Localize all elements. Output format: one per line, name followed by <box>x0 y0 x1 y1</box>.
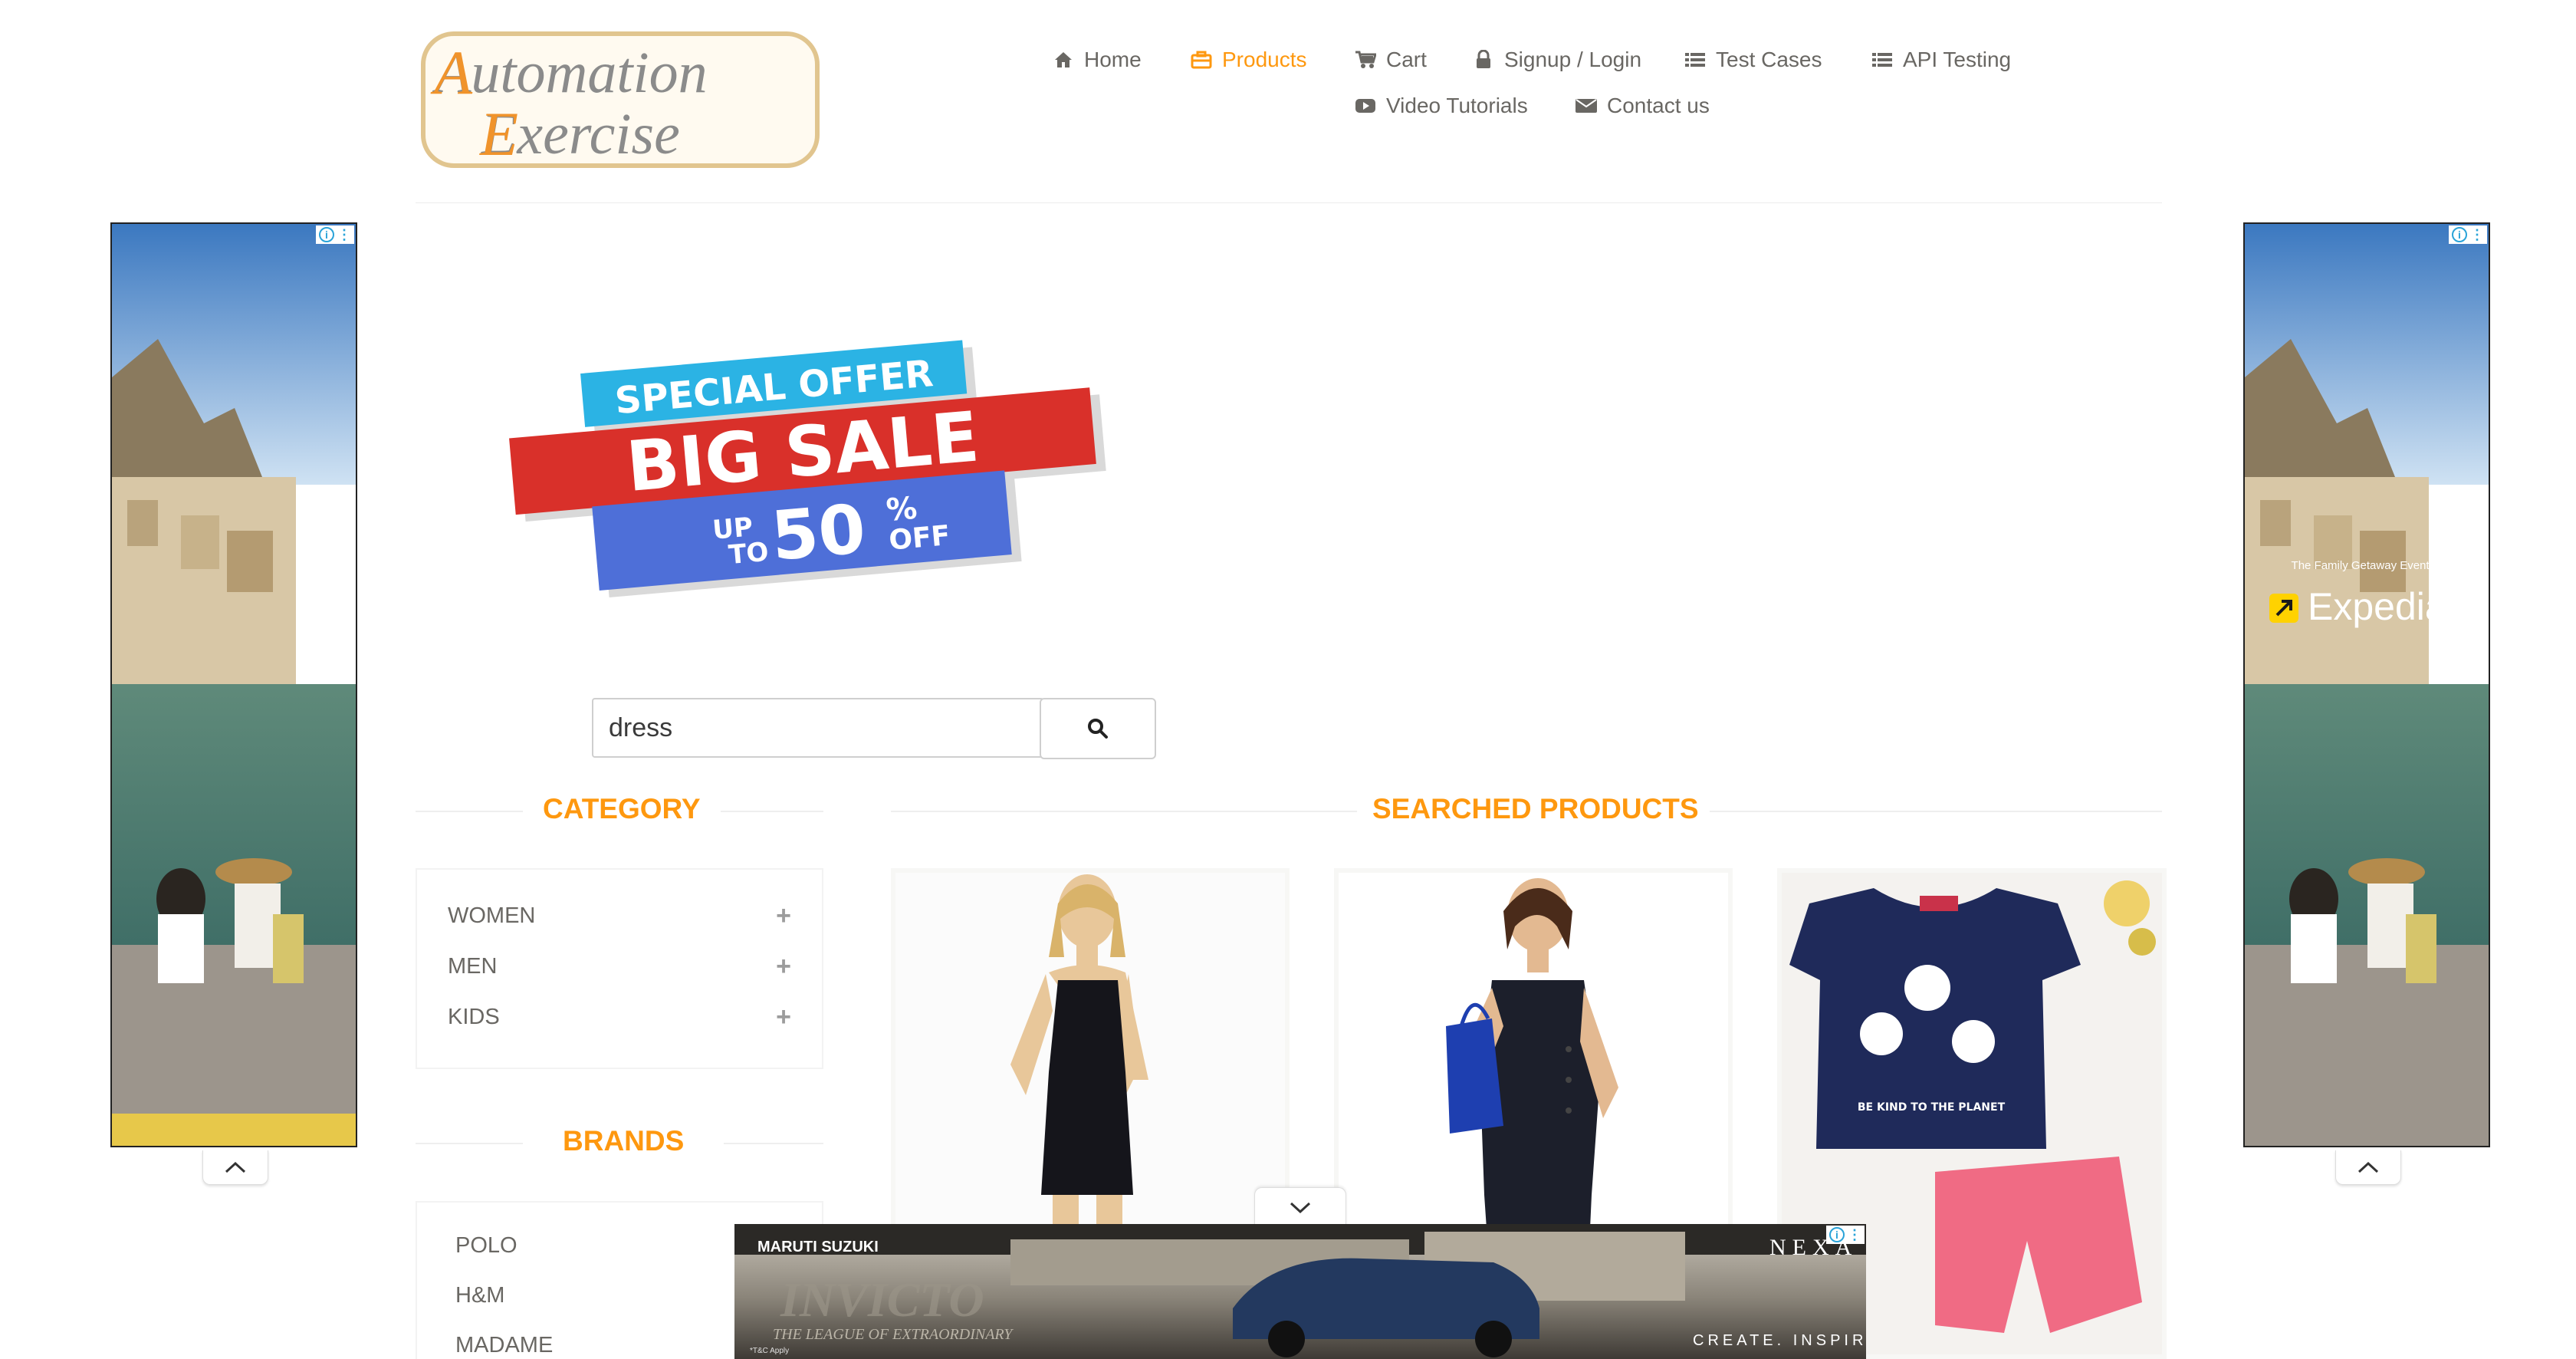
nav-contact-us-label: Contact us <box>1607 94 1710 117</box>
banner-off: OFF <box>888 520 951 557</box>
right-ad-collapse-button[interactable] <box>2335 1150 2401 1185</box>
more-icon[interactable]: ⋮ <box>337 227 351 242</box>
nav-contact-us[interactable]: Contact us <box>1575 94 1710 118</box>
brand-item-hm[interactable]: H&M <box>455 1283 504 1308</box>
nav-cart[interactable]: Cart <box>1354 48 1427 72</box>
category-item-label: WOMEN <box>448 903 536 928</box>
ad-tagline-text: THE LEAGUE OF EXTRAORDINARY <box>773 1326 1014 1343</box>
search-input[interactable]: dress <box>592 698 1044 758</box>
search-icon <box>1088 719 1108 739</box>
category-item-label: MEN <box>448 953 498 979</box>
ad-maker-text: MARUTI SUZUKI <box>757 1239 879 1255</box>
search-button[interactable] <box>1040 698 1156 759</box>
logo-text-1: Automation <box>432 41 708 105</box>
brands-title: BRANDS <box>563 1125 685 1157</box>
products-icon <box>1190 48 1213 71</box>
left-ad-collapse-button[interactable] <box>202 1150 268 1185</box>
chevron-down-icon <box>1290 1202 1311 1214</box>
nav-api-testing[interactable]: API Testing <box>1871 48 2011 72</box>
nav-signup-login-label: Signup / Login <box>1504 48 1642 71</box>
brands-title-line-right <box>724 1143 823 1144</box>
nav-home-label: Home <box>1084 48 1142 71</box>
category-item-kids[interactable]: KIDS + <box>448 1002 791 1032</box>
category-item-label: KIDS <box>448 1004 500 1029</box>
plus-icon[interactable]: + <box>776 901 791 931</box>
ad-choices[interactable]: i ⋮ <box>2449 225 2487 244</box>
ad-brand-text: Expedia <box>2308 585 2446 628</box>
brand-item-polo[interactable]: POLO <box>455 1233 518 1259</box>
plus-icon[interactable]: + <box>776 952 791 982</box>
nav-signup-login[interactable]: Signup / Login <box>1472 48 1641 72</box>
chevron-up-icon <box>225 1161 246 1173</box>
info-icon[interactable]: i <box>2452 227 2467 242</box>
products-title-line-right <box>1710 811 2162 812</box>
svg-text:A: A <box>430 38 473 107</box>
left-side-ad[interactable]: i ⋮ <box>110 222 357 1147</box>
ad-choices[interactable]: i ⋮ <box>1826 1226 1865 1244</box>
list-icon <box>1684 48 1707 71</box>
nav-test-cases-label: Test Cases <box>1716 48 1822 71</box>
more-icon[interactable]: ⋮ <box>2470 227 2484 242</box>
right-side-ad[interactable]: The Family Getaway Event on Expedia i ⋮ <box>2243 222 2490 1147</box>
search-input-value: dress <box>609 712 673 742</box>
nav-test-cases[interactable]: Test Cases <box>1684 48 1822 72</box>
ad-image <box>112 224 356 1146</box>
category-title: CATEGORY <box>543 793 701 824</box>
svg-text:BE KIND TO THE PLANET: BE KIND TO THE PLANET <box>1858 1101 2006 1114</box>
site-logo[interactable]: Automation Exercise A E <box>420 31 820 169</box>
info-icon[interactable]: i <box>1829 1227 1845 1242</box>
sale-banner: SPECIAL OFFER BIG SALE UP TO 50 % OFF <box>498 322 1112 598</box>
nav-api-testing-label: API Testing <box>1903 48 2012 71</box>
products-title-line-left <box>891 811 1357 812</box>
envelope-icon <box>1575 94 1598 117</box>
ad-small-text: The Family Getaway Event on <box>2292 559 2446 572</box>
nav-cart-label: Cart <box>1386 48 1427 71</box>
header-divider <box>416 202 2162 203</box>
category-title-line-right <box>721 811 823 812</box>
ad-image: The Family Getaway Event on Expedia <box>2245 224 2489 1146</box>
info-icon[interactable]: i <box>319 227 334 242</box>
home-icon <box>1052 48 1075 71</box>
svg-text:E: E <box>479 99 518 169</box>
nav-products[interactable]: Products <box>1190 48 1307 72</box>
ad-model-text: INVICTO <box>780 1272 984 1327</box>
category-item-men[interactable]: MEN + <box>448 951 791 982</box>
ad-fine-print: *T&C Apply <box>750 1347 789 1355</box>
nav-products-label: Products <box>1222 48 1307 71</box>
plus-icon[interactable]: + <box>776 1002 791 1032</box>
banner-fifty: 50 <box>768 489 869 576</box>
banner-to: TO <box>728 537 770 571</box>
brand-item-madame[interactable]: MADAME <box>455 1333 553 1358</box>
bottom-ad-collapse-button[interactable] <box>1254 1187 1346 1228</box>
nav-video-tutorials-label: Video Tutorials <box>1386 94 1528 117</box>
list-icon <box>1871 48 1894 71</box>
lock-icon <box>1472 48 1495 71</box>
ad-create-text: CREATE. INSPIRE. <box>1693 1332 1866 1349</box>
chevron-up-icon <box>2358 1161 2379 1173</box>
youtube-icon <box>1354 94 1377 117</box>
more-icon[interactable]: ⋮ <box>1848 1227 1861 1242</box>
ad-choices[interactable]: i ⋮ <box>316 225 354 244</box>
nav-home[interactable]: Home <box>1052 48 1142 72</box>
category-panel: WOMEN + MEN + KIDS + <box>416 868 823 1069</box>
cart-icon <box>1354 48 1377 71</box>
category-title-line-left <box>416 811 523 812</box>
nav-video-tutorials[interactable]: Video Tutorials <box>1354 94 1528 118</box>
brands-title-line-left <box>416 1143 523 1144</box>
bottom-banner-ad[interactable]: MARUTI SUZUKI INVICTO THE LEAGUE OF EXTR… <box>734 1224 1866 1359</box>
ad-image: MARUTI SUZUKI INVICTO THE LEAGUE OF EXTR… <box>734 1224 1866 1359</box>
products-title: SEARCHED PRODUCTS <box>1372 793 1699 824</box>
category-item-women[interactable]: WOMEN + <box>448 900 791 931</box>
